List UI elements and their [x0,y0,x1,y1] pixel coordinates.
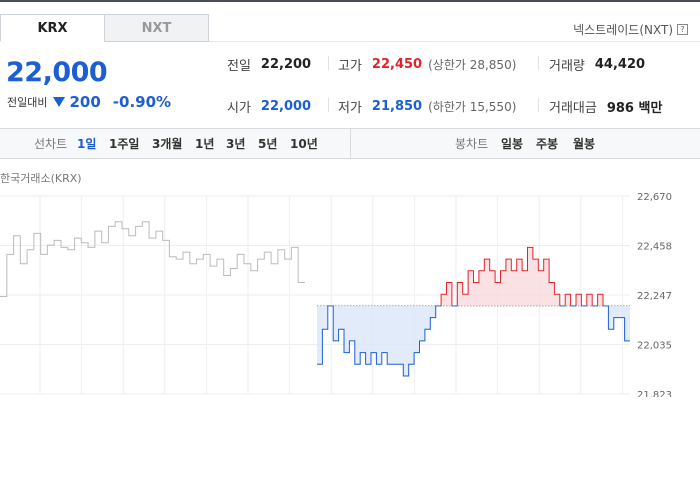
stat-value: 22,450 [371,57,423,72]
candle-daily[interactable]: 일봉 [501,135,523,152]
down-arrow-icon [53,97,66,107]
stat-value: 986 백만 [606,101,663,116]
period-10y[interactable]: 10년 [290,135,318,152]
change-label: 전일대비 [7,96,48,109]
stat-prev-close: 전일 22,200 [227,55,311,74]
candle-weekly[interactable]: 주봉 [536,135,558,152]
stat-label: 저가 [338,101,362,116]
stat-trade-value: 거래대금 986 백만 [549,97,662,116]
change-amount: 200 [69,93,101,111]
nxt-link-label: 넥스트레이드(NXT) [573,23,673,37]
price-change: 전일대비 200 -0.90% [7,93,171,111]
tab-nxt[interactable]: NXT [104,14,209,42]
stat-divider [328,98,329,112]
y-tick-label: 22,670 [637,192,672,203]
period-5y[interactable]: 5년 [258,135,277,152]
stat-volume: 거래량 44,420 [549,55,645,74]
stat-value: 21,850 [371,99,423,114]
stat-label: 시가 [227,101,251,116]
period-1y[interactable]: 1년 [195,135,214,152]
stat-label: 거래량 [549,59,585,74]
nxt-info-link[interactable]: 넥스트레이드(NXT) ? [573,21,688,38]
stat-divider [328,56,329,70]
stat-high: 고가 22,450 (상한가 28,850) [338,55,516,74]
stat-label: 전일 [227,59,251,74]
exchange-label: 한국거래소(KRX) [0,172,82,185]
price-chart: 22,670 22,458 22,247 22,035 21,823 [0,192,672,397]
stat-value: 44,420 [594,57,646,72]
stat-low: 저가 21,850 (하한가 15,550) [338,97,516,116]
stat-value: 22,200 [260,57,312,72]
stat-label: 거래대금 [549,101,597,116]
candle-chart-label: 봉차트 [455,137,489,151]
stat-sub: (상한가 28,850) [428,58,517,72]
stat-sub: (하한가 15,550) [428,100,517,114]
period-1d[interactable]: 1일 [77,135,96,152]
y-tick-label: 21,823 [637,390,672,397]
line-chart-label: 선차트 [34,137,68,151]
tab-divider [209,41,700,42]
stat-open: 시가 22,000 [227,97,311,116]
change-percent: -0.90% [112,93,172,111]
top-border [0,0,700,2]
period-1w[interactable]: 1주일 [109,135,139,152]
y-tick-label: 22,458 [637,242,672,253]
area-below-baseline [317,305,630,376]
period-3y[interactable]: 3년 [226,135,245,152]
controls-divider [350,128,351,159]
stat-divider [538,98,539,112]
stat-divider [538,56,539,70]
tab-krx[interactable]: KRX [0,14,105,42]
y-tick-label: 22,247 [637,291,672,302]
stat-label: 고가 [338,59,362,74]
stat-value: 22,000 [260,99,312,114]
series-previous-session [0,221,305,297]
period-3m[interactable]: 3개월 [152,135,182,152]
help-icon[interactable]: ? [677,24,688,35]
current-price: 22,000 [6,57,108,88]
y-tick-label: 22,035 [637,341,672,352]
candle-monthly[interactable]: 월봉 [573,135,595,152]
